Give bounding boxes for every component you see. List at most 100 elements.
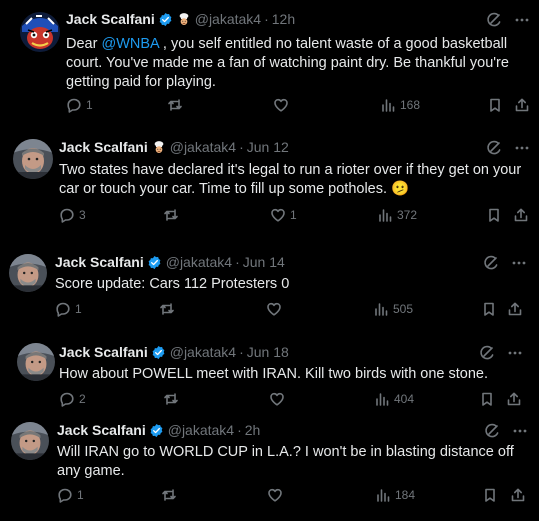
tweet-timestamp[interactable]: 12h — [272, 11, 295, 27]
avatar[interactable] — [17, 343, 55, 381]
verified-badge-icon[interactable] — [149, 423, 164, 438]
like-button[interactable] — [269, 391, 289, 407]
avatar[interactable] — [20, 12, 60, 52]
reply-icon — [67, 98, 81, 113]
views-icon — [379, 209, 392, 222]
author-handle[interactable]: @jakatak4 — [170, 344, 236, 360]
grok-icon[interactable] — [486, 12, 502, 28]
more-icon[interactable] — [511, 255, 527, 271]
retweet-icon — [162, 489, 176, 501]
bookmark-button[interactable] — [482, 487, 498, 503]
view-count: 404 — [394, 392, 415, 406]
like-icon — [270, 392, 284, 406]
tweet-card[interactable]: Jack Scalfani @jakatak4 · 2h Will IRAN g… — [0, 412, 539, 521]
share-button[interactable] — [506, 391, 522, 407]
like-button[interactable] — [267, 487, 287, 503]
author-name[interactable]: Jack Scalfani — [57, 422, 146, 438]
author-name[interactable]: Jack Scalfani — [55, 254, 144, 270]
tweet-card[interactable]: Jack Scalfani @jakatak4 · Jun 14 Score u… — [0, 241, 539, 325]
reply-icon — [60, 392, 74, 407]
avatar-image — [17, 343, 55, 381]
reply-button[interactable]: 1 — [55, 301, 82, 317]
avatar[interactable] — [9, 254, 47, 292]
tweet-header: Jack Scalfani @jakatak4 · 2h — [57, 422, 260, 438]
more-icon[interactable] — [512, 423, 528, 439]
author-handle[interactable]: @jakatak4 — [168, 422, 234, 438]
tweet-timestamp[interactable]: Jun 14 — [243, 254, 285, 270]
views-button[interactable]: 505 — [373, 301, 413, 317]
reply-button[interactable]: 2 — [59, 391, 86, 407]
verified-badge-icon[interactable] — [147, 255, 162, 270]
retweet-button[interactable] — [163, 207, 183, 223]
bookmark-icon — [489, 208, 499, 222]
tweet-card[interactable]: Jack Scalfani @jakatak4 · Jun 18 How abo… — [8, 332, 531, 412]
retweet-button[interactable] — [167, 97, 187, 113]
share-icon — [511, 488, 525, 502]
reply-icon — [60, 208, 74, 223]
like-button[interactable] — [273, 97, 293, 113]
bookmark-icon — [490, 98, 500, 112]
tweet-actions: 1 505 — [55, 301, 523, 321]
avatar[interactable] — [13, 139, 53, 179]
bookmark-button[interactable] — [481, 301, 497, 317]
views-button[interactable]: 184 — [375, 487, 415, 503]
author-name[interactable]: Jack Scalfani — [59, 139, 148, 155]
like-button[interactable]: 1 — [270, 207, 297, 223]
view-count: 505 — [393, 302, 414, 316]
reply-button[interactable]: 1 — [57, 487, 84, 503]
more-icon[interactable] — [507, 345, 523, 361]
views-button[interactable]: 404 — [374, 391, 414, 407]
share-button[interactable] — [513, 207, 529, 223]
retweet-button[interactable] — [161, 487, 181, 503]
author-handle[interactable]: @jakatak4 — [195, 11, 261, 27]
tweet-top-actions — [486, 12, 530, 28]
reply-count: 2 — [79, 392, 86, 406]
verified-badge-icon[interactable] — [151, 345, 166, 360]
tweet-card[interactable]: Jack Scalfani @jakatak4 · 12h Dear @WNBA… — [0, 0, 539, 125]
author-handle[interactable]: @jakatak4 — [166, 254, 232, 270]
retweet-button[interactable] — [163, 391, 183, 407]
reply-count: 1 — [77, 488, 84, 502]
tweet-actions: 1 184 — [57, 487, 526, 507]
views-button[interactable]: 372 — [377, 207, 417, 223]
tweet-timestamp[interactable]: Jun 12 — [247, 139, 289, 155]
like-icon — [271, 208, 285, 222]
avatar-image — [13, 139, 53, 179]
bookmark-button[interactable] — [486, 207, 502, 223]
bookmark-button[interactable] — [487, 97, 503, 113]
views-button[interactable]: 168 — [380, 97, 420, 113]
share-button[interactable] — [514, 97, 530, 113]
grok-icon[interactable] — [486, 140, 502, 156]
more-icon[interactable] — [514, 12, 530, 28]
more-icon[interactable] — [514, 140, 530, 156]
tweet-top-actions — [484, 423, 528, 439]
tweet-card[interactable]: Jack Scalfani @jakatak4 · Jun 12 Two sta… — [5, 128, 539, 236]
views-icon — [375, 303, 388, 316]
retweet-button[interactable] — [159, 301, 179, 317]
avatar[interactable] — [11, 422, 49, 460]
reply-button[interactable]: 1 — [66, 97, 93, 113]
like-icon — [267, 302, 281, 316]
tweet-timestamp[interactable]: 2h — [245, 422, 261, 438]
author-handle[interactable]: @jakatak4 — [170, 139, 236, 155]
share-button[interactable] — [510, 487, 526, 503]
share-button[interactable] — [507, 301, 523, 317]
bookmark-icon — [485, 488, 495, 502]
author-name[interactable]: Jack Scalfani — [66, 11, 155, 27]
avatar-image — [20, 12, 60, 52]
bookmark-icon — [482, 392, 492, 406]
tweet-text: Score update: Cars 112 Protesters 0 — [55, 276, 290, 292]
mention-link[interactable]: @WNBA — [101, 36, 158, 52]
separator-dot: · — [235, 254, 240, 270]
reply-button[interactable]: 3 — [59, 207, 86, 223]
tweet-timestamp[interactable]: Jun 18 — [247, 344, 289, 360]
separator-dot: · — [239, 139, 244, 155]
bookmark-button[interactable] — [479, 391, 495, 407]
grok-icon[interactable] — [479, 345, 495, 361]
author-name[interactable]: Jack Scalfani — [59, 344, 148, 360]
grok-icon[interactable] — [483, 255, 499, 271]
verified-badge-icon[interactable] — [158, 12, 173, 27]
tweet-header: Jack Scalfani @jakatak4 · Jun 12 — [59, 139, 289, 155]
like-button[interactable] — [266, 301, 286, 317]
grok-icon[interactable] — [484, 423, 500, 439]
